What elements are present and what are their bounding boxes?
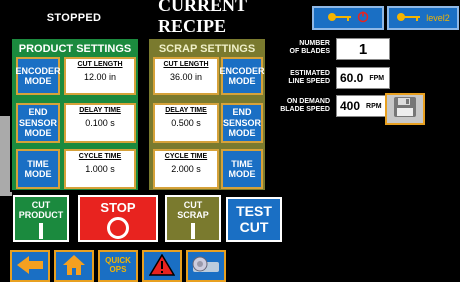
cut-scrap-label-2: SCRAP — [177, 210, 209, 220]
test-cut-button[interactable]: TEST CUT — [226, 197, 282, 242]
quick-ops-button[interactable]: QUICK OPS — [98, 250, 138, 282]
warning-icon — [148, 253, 176, 279]
floppy-disk-icon — [393, 96, 417, 123]
line-speed-label: ESTIMATED LINE SPEED — [288, 70, 330, 85]
machine-icon — [191, 254, 221, 279]
scrap-cut-length-field[interactable]: CUT LENGTH 36.00 in — [153, 57, 219, 95]
product-time-mode-button[interactable]: TIME MODE — [16, 149, 60, 189]
scrap-cut-length-label: CUT LENGTH — [163, 61, 209, 68]
save-button[interactable] — [385, 93, 425, 125]
product-cycle-time-value: 1.000 s — [85, 164, 115, 174]
stop-label: STOP — [100, 200, 136, 215]
scrap-settings-panel: SCRAP SETTINGS CUT LENGTH 36.00 in ENCOD… — [147, 37, 267, 192]
cut-scrap-button[interactable]: CUT SCRAP — [165, 195, 221, 242]
product-settings-title: PRODUCT SETTINGS — [18, 43, 132, 55]
home-icon — [62, 254, 86, 279]
blades-label: NUMBER OF BLADES — [289, 40, 330, 55]
key-icon — [327, 12, 353, 24]
line-speed-display: 60.0 FPM — [336, 67, 390, 89]
product-cut-length-field[interactable]: CUT LENGTH 12.00 in — [64, 57, 136, 95]
user-level-label: level2 — [426, 13, 450, 23]
back-arrow-icon — [15, 255, 45, 278]
test-cut-label-2: CUT — [239, 218, 269, 235]
home-button[interactable] — [54, 250, 94, 282]
test-cut-label-1: TEST — [236, 203, 272, 220]
product-cut-length-label: CUT LENGTH — [77, 61, 123, 68]
scrap-cycle-time-field[interactable]: CYCLE TIME 2.000 s — [153, 149, 219, 189]
machine-view-button[interactable] — [186, 250, 226, 282]
cut-bar-icon — [191, 223, 195, 239]
cut-bar-icon — [39, 223, 43, 239]
scrap-time-mode-button[interactable]: TIME MODE — [221, 149, 263, 189]
line-speed-unit: FPM — [369, 74, 385, 82]
scrap-end-sensor-mode-button[interactable]: END SENSOR MODE — [221, 103, 263, 143]
blade-speed-label: ON DEMAND BLADE SPEED — [280, 98, 330, 113]
cut-scrap-label-1: CUT — [183, 200, 203, 210]
blade-speed-input[interactable]: 400 RPM — [336, 95, 390, 117]
quick-ops-label-2: OPS — [109, 265, 127, 274]
product-settings-panel: PRODUCT SETTINGS ENCODER MODE CUT LENGTH… — [10, 37, 140, 192]
scrap-settings-title: SCRAP SETTINGS — [158, 43, 256, 55]
machine-status: STOPPED — [0, 4, 148, 32]
product-cycle-time-label: CYCLE TIME — [78, 153, 122, 160]
scrap-encoder-mode-button[interactable]: ENCODER MODE — [220, 57, 265, 95]
scrap-cycle-time-value: 2.000 s — [171, 164, 201, 174]
cut-product-label-2: PRODUCT — [18, 210, 64, 220]
blades-value: 1 — [358, 40, 368, 58]
blade-speed-value: 400 — [340, 99, 361, 113]
blade-speed-unit: RPM — [366, 102, 382, 110]
page-title: CURRENT RECIPE — [158, 0, 247, 36]
product-delay-time-label: DELAY TIME — [79, 107, 121, 114]
scrap-delay-time-label: DELAY TIME — [165, 107, 207, 114]
user-level-button[interactable]: level2 — [387, 6, 459, 30]
line-speed-value: 60.0 — [340, 71, 364, 85]
cut-product-label-1: CUT — [31, 200, 51, 210]
product-delay-time-field[interactable]: DELAY TIME 0.100 s — [64, 103, 136, 143]
product-end-sensor-mode-button[interactable]: END SENSOR MODE — [16, 103, 60, 143]
scrap-delay-time-field[interactable]: DELAY TIME 0.500 s — [153, 103, 219, 143]
stop-button[interactable]: STOP — [78, 195, 158, 242]
blades-input[interactable]: 1 — [336, 38, 390, 60]
scrap-cut-length-value: 36.00 in — [169, 72, 203, 82]
power-icon — [357, 11, 369, 25]
logout-button[interactable] — [312, 6, 384, 30]
scrap-delay-time-value: 0.500 s — [171, 118, 201, 128]
product-encoder-mode-button[interactable]: ENCODER MODE — [16, 57, 61, 95]
product-cycle-time-field[interactable]: CYCLE TIME 1.000 s — [64, 149, 136, 189]
key-icon — [396, 12, 422, 24]
alarms-button[interactable] — [142, 250, 182, 282]
back-button[interactable] — [10, 250, 50, 282]
stop-circle-icon — [107, 217, 129, 239]
product-delay-time-value: 0.100 s — [85, 118, 115, 128]
cut-product-button[interactable]: CUT PRODUCT — [13, 195, 69, 242]
product-cut-length-value: 12.00 in — [83, 72, 117, 82]
scrap-cycle-time-label: CYCLE TIME — [164, 153, 208, 160]
